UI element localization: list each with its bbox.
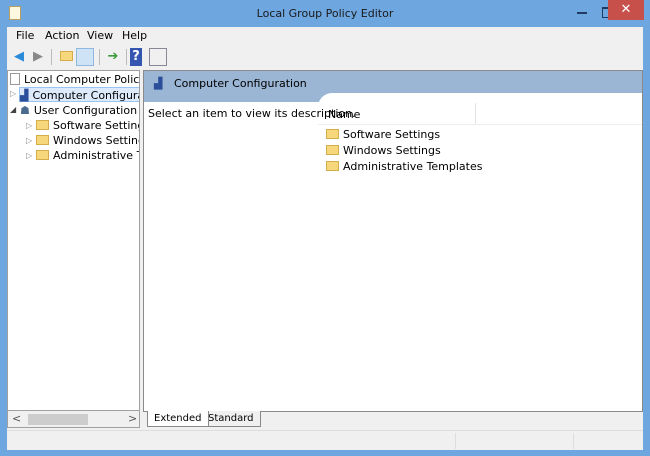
export-list-icon[interactable]: ➔ [104, 48, 122, 66]
expand-icon[interactable]: ▷ [26, 151, 34, 160]
list-item[interactable]: Windows Settings [326, 143, 441, 158]
scroll-right-button[interactable]: > [128, 412, 137, 425]
collapse-icon[interactable]: ◢ [10, 105, 18, 114]
window-client: File Action View Help ◀ ▶ ➔ ? Local Comp… [7, 27, 643, 450]
menu-help[interactable]: Help [122, 29, 147, 42]
expand-icon[interactable]: ▷ [10, 89, 18, 98]
tree-item-windows-settings[interactable]: Windows Settings [36, 133, 139, 148]
tree-item-administrative-templates[interactable]: Administrative Ter [36, 148, 139, 163]
close-button[interactable]: ✕ [608, 0, 644, 20]
title-bar: Local Group Policy Editor ✕ [0, 0, 650, 27]
folder-icon [36, 135, 49, 145]
computer-icon: ▟ [154, 77, 163, 90]
status-bar [7, 430, 643, 450]
forward-icon[interactable]: ▶ [29, 48, 47, 66]
column-header: Name [318, 103, 642, 125]
show-hide-tree-icon[interactable] [76, 48, 94, 66]
tree-item-user-configuration[interactable]: ☗ User Configuration [20, 103, 137, 118]
folder-icon [36, 120, 49, 130]
list-item[interactable]: Administrative Templates [326, 159, 483, 174]
tab-standard[interactable]: Standard [201, 411, 261, 427]
window-title: Local Group Policy Editor [256, 7, 394, 20]
properties-icon[interactable] [149, 48, 167, 66]
menu-bar: File Action View Help [7, 27, 643, 44]
details-header-title: Computer Configuration [174, 77, 307, 90]
details-pane: ▟ Computer Configuration Select an item … [143, 70, 643, 412]
user-icon: ☗ [20, 104, 30, 117]
tree-horizontal-scrollbar[interactable]: < > [7, 410, 140, 428]
tree-root-label: Local Computer Policy [24, 73, 140, 86]
menu-action[interactable]: Action [45, 29, 79, 42]
view-tabs: Extended Standard [143, 411, 643, 428]
expand-icon[interactable]: ▷ [26, 121, 34, 130]
minimize-button[interactable] [570, 2, 596, 22]
folder-icon [326, 161, 339, 171]
folder-icon [326, 145, 339, 155]
toolbar: ◀ ▶ ➔ ? [7, 45, 643, 69]
tab-extended[interactable]: Extended [147, 411, 209, 427]
help-icon[interactable]: ? [130, 48, 142, 66]
computer-icon: ▟ [20, 89, 29, 102]
tree-root[interactable]: Local Computer Policy [10, 72, 140, 87]
folder-icon [36, 150, 49, 160]
scroll-left-button[interactable]: < [12, 412, 21, 425]
menu-file[interactable]: File [16, 29, 34, 42]
tree-item-computer-configuration[interactable]: ▟ Computer Configurati [19, 87, 139, 102]
tree-item-software-settings[interactable]: Software Settings [36, 118, 139, 133]
menu-view[interactable]: View [87, 29, 113, 42]
back-icon[interactable]: ◀ [10, 48, 28, 66]
tree-pane: Local Computer Policy ▷ ▟ Computer Config… [7, 70, 140, 428]
scroll-thumb[interactable] [28, 414, 88, 425]
list-item[interactable]: Software Settings [326, 127, 440, 142]
expand-icon[interactable]: ▷ [26, 136, 34, 145]
up-folder-icon[interactable] [57, 48, 75, 66]
folder-icon [326, 129, 339, 139]
column-name[interactable]: Name [328, 108, 360, 121]
